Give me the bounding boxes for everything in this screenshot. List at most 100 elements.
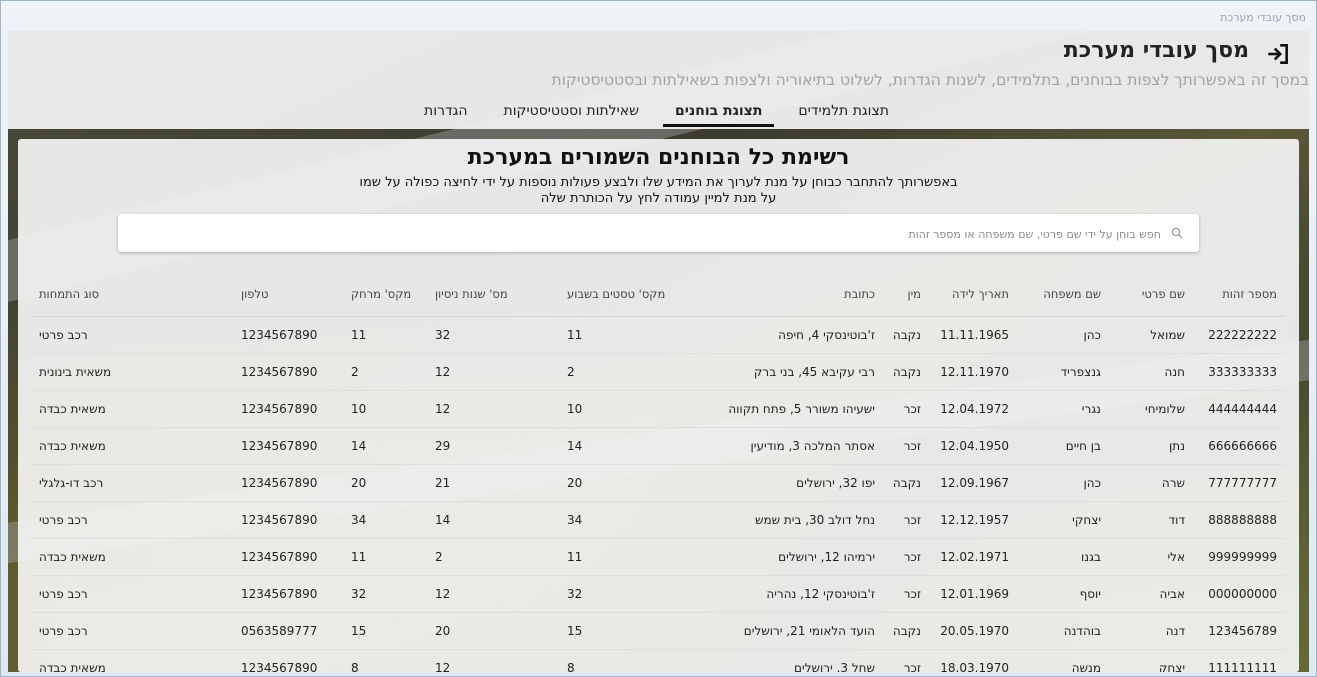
tab-students[interactable]: תצוגת תלמידים: [798, 97, 889, 127]
cell-last-name: גנצפריד: [1017, 353, 1109, 391]
page-header: מסך עובדי מערכת במסך זה באפשרותך לצפות ב…: [8, 31, 1309, 129]
cell-birth-date: 11.11.1965: [929, 316, 1017, 354]
cell-max-tests: 11: [559, 538, 685, 576]
cell-gender: זכר: [883, 427, 929, 465]
cell-first-name: חנה: [1109, 353, 1193, 391]
col-header-last-name[interactable]: שם משפחה: [1017, 272, 1109, 317]
cell-max-tests: 15: [559, 612, 685, 650]
cell-experience: 12: [427, 353, 559, 391]
cell-phone: 1234567890: [233, 501, 343, 539]
tab-settings[interactable]: הגדרות: [424, 97, 467, 127]
table-row[interactable]: 000000000 אביה יוסף 12.01.1969 זכר ז'בוט…: [31, 575, 1285, 613]
col-header-first-name[interactable]: שם פרטי: [1109, 272, 1193, 317]
page-subtitle: במסך זה באפשרותך לצפות בבוחנים, בתלמידים…: [551, 71, 1309, 89]
cell-max-distance: 20: [343, 464, 427, 502]
cell-address: הועד הלאומי 21, ירושלים: [685, 612, 883, 650]
search-input[interactable]: [128, 223, 1163, 245]
search-icon: [1171, 227, 1183, 239]
cell-max-tests: 11: [559, 316, 685, 354]
cell-address: ז'בוטינסקי 12, נהריה: [685, 575, 883, 613]
cell-last-name: יצחקי: [1017, 501, 1109, 539]
cell-phone: 1234567890: [233, 427, 343, 465]
cell-max-tests: 10: [559, 390, 685, 428]
cell-gender: נקבה: [883, 464, 929, 502]
table-row[interactable]: 888888888 דוד יצחקי 12.12.1957 זכר נחל ד…: [31, 501, 1285, 539]
search-box[interactable]: [118, 214, 1199, 252]
cell-specialty: רכב פרטי: [31, 316, 233, 354]
app-window: מסך עובדי מערכת מסך עובדי מערכת במסך זה …: [0, 0, 1317, 677]
col-header-specialty[interactable]: סוג התמחות: [31, 272, 233, 317]
cell-birth-date: 12.04.1950: [929, 427, 1017, 465]
cell-specialty: רכב דו-גלגלי: [31, 464, 233, 502]
table-row[interactable]: 123456789 דנה בוהדנה 20.05.1970 נקבה הוע…: [31, 612, 1285, 650]
cell-max-tests: 8: [559, 649, 685, 672]
cell-last-name: בגנו: [1017, 538, 1109, 576]
cell-max-distance: 10: [343, 390, 427, 428]
cell-address: שחל 3, ירושלים: [685, 649, 883, 672]
col-header-experience[interactable]: מס' שנות ניסיון: [427, 272, 559, 317]
cell-address: רבי עקיבא 45, בני ברק: [685, 353, 883, 391]
cell-gender: זכר: [883, 575, 929, 613]
cell-experience: 2: [427, 538, 559, 576]
tab-bar: תצוגת תלמידים תצוגת בוחנים שאילתות וסטטי…: [424, 97, 889, 127]
window-title: מסך עובדי מערכת: [1220, 11, 1306, 24]
table-row[interactable]: 222222222 שמואל כהן 11.11.1965 נקבה ז'בו…: [31, 316, 1285, 354]
cell-phone: 1234567890: [233, 390, 343, 428]
cell-specialty: משאית בינונית: [31, 353, 233, 391]
cell-experience: 29: [427, 427, 559, 465]
cell-gender: זכר: [883, 538, 929, 576]
cell-birth-date: 20.05.1970: [929, 612, 1017, 650]
col-header-phone[interactable]: טלפון: [233, 272, 343, 317]
cell-phone: 1234567890: [233, 575, 343, 613]
table-row[interactable]: 333333333 חנה גנצפריד 12.11.1970 נקבה רב…: [31, 353, 1285, 391]
table-row[interactable]: 777777777 שרה כהן 12.09.1967 נקבה יפו 32…: [31, 464, 1285, 502]
cell-id: 333333333: [1193, 353, 1285, 391]
tab-testers[interactable]: תצוגת בוחנים: [662, 97, 775, 127]
table-row[interactable]: 999999999 אלי בגנו 12.02.1971 זכר ירמיהו…: [31, 538, 1285, 576]
cell-max-distance: 15: [343, 612, 427, 650]
window-titlebar: מסך עובדי מערכת: [1, 1, 1316, 31]
col-header-id[interactable]: מספר זהות: [1193, 272, 1285, 317]
panel-description: באפשרותך להתחבר כבוחן על מנת לערוך את המ…: [18, 175, 1299, 207]
cell-id: 999999999: [1193, 538, 1285, 576]
cell-specialty: משאית כבדה: [31, 649, 233, 672]
cell-specialty: רכב פרטי: [31, 612, 233, 650]
panel-desc-line: באפשרותך להתחבר כבוחן על מנת לערוך את המ…: [359, 175, 958, 190]
cell-experience: 12: [427, 390, 559, 428]
table-row[interactable]: 111111111 יצחק מנשה 18.03.1970 זכר שחל 3…: [31, 649, 1285, 672]
cell-specialty: משאית כבדה: [31, 390, 233, 428]
cell-experience: 12: [427, 649, 559, 672]
cell-specialty: רכב פרטי: [31, 501, 233, 539]
cell-max-distance: 8: [343, 649, 427, 672]
cell-max-tests: 34: [559, 501, 685, 539]
tab-queries-stats[interactable]: שאילתות וסטטיסטיקות: [504, 97, 639, 127]
cell-birth-date: 12.04.1972: [929, 390, 1017, 428]
col-header-gender[interactable]: מין: [883, 272, 929, 317]
testers-table: מספר זהות שם פרטי שם משפחה תאריך לידה מי…: [31, 272, 1285, 672]
cell-last-name: יוסף: [1017, 575, 1109, 613]
cell-phone: 1234567890: [233, 464, 343, 502]
table-row[interactable]: 666666666 נתן בן חיים 12.04.1950 זכר אסת…: [31, 427, 1285, 465]
col-header-max-distance[interactable]: מקס' מרחק: [343, 272, 427, 317]
cell-specialty: רכב פרטי: [31, 575, 233, 613]
col-header-max-tests[interactable]: מקס' טסטים בשבוע: [559, 272, 685, 317]
cell-address: אסתר המלכה 3, מודיעין: [685, 427, 883, 465]
cell-max-distance: 32: [343, 575, 427, 613]
cell-experience: 14: [427, 501, 559, 539]
table-row[interactable]: 444444444 שלומיחי נגרי 12.04.1972 זכר יש…: [31, 390, 1285, 428]
cell-birth-date: 12.11.1970: [929, 353, 1017, 391]
logout-icon[interactable]: [1265, 41, 1291, 67]
cell-last-name: מנשה: [1017, 649, 1109, 672]
cell-max-distance: 14: [343, 427, 427, 465]
col-header-birth-date[interactable]: תאריך לידה: [929, 272, 1017, 317]
cell-specialty: משאית כבדה: [31, 427, 233, 465]
cell-last-name: כהן: [1017, 464, 1109, 502]
cell-birth-date: 12.12.1957: [929, 501, 1017, 539]
cell-max-tests: 20: [559, 464, 685, 502]
cell-first-name: אביה: [1109, 575, 1193, 613]
cell-specialty: משאית כבדה: [31, 538, 233, 576]
col-header-address[interactable]: כתובת: [685, 272, 883, 317]
cell-max-distance: 34: [343, 501, 427, 539]
cell-gender: זכר: [883, 501, 929, 539]
cell-address: ירמיהו 12, ירושלים: [685, 538, 883, 576]
